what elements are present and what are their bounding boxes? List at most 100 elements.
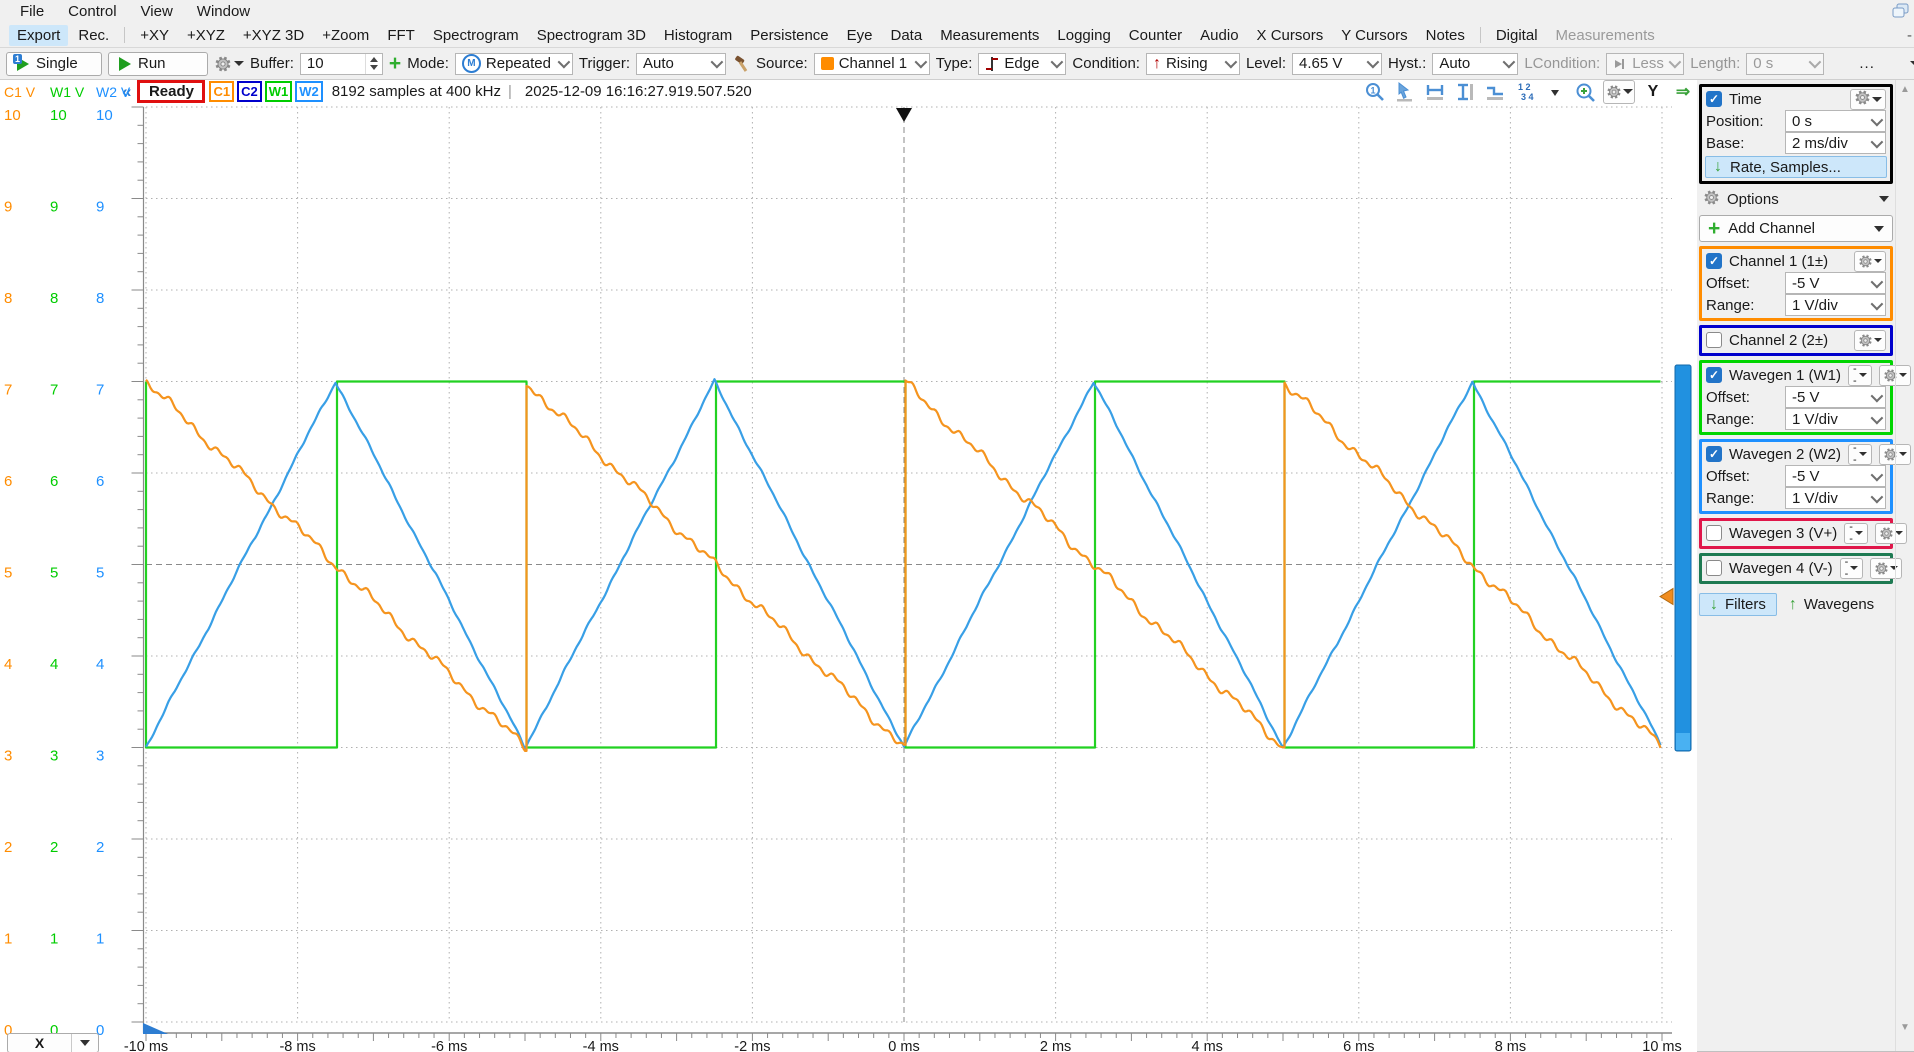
4-65-v-dropdown[interactable]: 4.65 V [1292,53,1382,75]
view-data[interactable]: Data [883,25,931,46]
view--zoom[interactable]: +Zoom [314,25,377,46]
badge-c2[interactable]: C2 [237,81,262,102]
hammer-icon[interactable] [732,55,750,73]
x-axis-dropdown[interactable] [71,1034,98,1052]
time-checkbox[interactable]: ✓ [1706,91,1722,107]
view-x-cursors[interactable]: X Cursors [1249,25,1332,46]
measure-width-icon[interactable] [1423,81,1447,103]
view-spectrogram[interactable]: Spectrogram [425,25,527,46]
range-dropdown[interactable]: 1 V/div [1785,294,1886,316]
x-axis-button[interactable]: X [7,1033,99,1052]
spin-up-icon[interactable] [370,57,378,62]
trigger-position-marker[interactable] [896,108,912,122]
wavegen-quick-button[interactable]: -- [1840,558,1864,579]
measure-height-icon[interactable] [1453,81,1477,103]
wavegen-quick-button[interactable]: -- [1844,523,1868,544]
y-tick-label: 4 [50,656,58,673]
pan-right-icon[interactable]: ⇒ [1671,81,1695,103]
y-tick-label: 7 [50,382,58,399]
badge-w1[interactable]: W1 [265,81,293,102]
spin-down-icon[interactable] [370,65,378,70]
y-axis-button[interactable]: Y [1641,81,1665,103]
view-y-cursors[interactable]: Y Cursors [1333,25,1415,46]
auto-dropdown[interactable]: Auto [636,53,726,75]
view-export[interactable]: Export [9,25,68,46]
base-dropdown[interactable]: 2 ms/div [1785,132,1886,154]
position-dropdown[interactable]: 0 s [1785,110,1886,132]
view--xyz[interactable]: +XYZ [179,25,233,46]
channel-checkbox[interactable] [1706,560,1722,576]
channel-title: Channel 1 (1±) [1729,253,1828,270]
caret-down-icon[interactable] [1543,81,1567,103]
wavegens-button[interactable]: ↑ Wavegens [1789,596,1874,614]
measure-level-icon[interactable] [1483,81,1507,103]
edge-dropdown[interactable]: Edge [978,53,1066,75]
channel-gear-button[interactable] [1854,251,1886,272]
badge-c1[interactable]: C1 [209,81,234,102]
toolbar-overflow[interactable]: ... [1859,55,1875,72]
view-digital[interactable]: Digital [1488,25,1546,46]
badge-w2[interactable]: W2 [295,81,323,102]
range-dropdown[interactable]: 1 V/div [1785,408,1886,430]
menu-window[interactable]: Window [187,2,260,21]
wavegen-quick-button[interactable]: -- [1848,365,1872,386]
offset-dropdown[interactable]: -5 V [1785,465,1886,487]
view-eye[interactable]: Eye [839,25,881,46]
view-rec-[interactable]: Rec. [70,25,117,46]
channel-checkbox[interactable]: ✓ [1706,367,1722,383]
view-histogram[interactable]: Histogram [656,25,740,46]
channel-checkbox[interactable] [1706,332,1722,348]
view-spectrogram-3d[interactable]: Spectrogram 3D [529,25,654,46]
menu-view[interactable]: View [131,2,183,21]
pointer-mode-icon[interactable] [1393,81,1417,103]
single-button[interactable]: 1Single [6,52,102,76]
view-persistence[interactable]: Persistence [742,25,836,46]
menu-control[interactable]: Control [58,2,126,21]
scope-plot[interactable]: -10 ms-8 ms-6 ms-4 ms-2 ms0 ms2 ms4 ms6 … [0,103,1697,1052]
view-logging[interactable]: Logging [1049,25,1118,46]
time-gear-button[interactable] [1850,89,1886,110]
range-dropdown[interactable]: 1 V/div [1785,487,1886,509]
wavegen-quick-button[interactable]: -- [1848,444,1872,465]
channel-gear-button[interactable] [1854,330,1886,351]
buffer-spinner[interactable]: 10 [300,53,383,75]
view-measurements: Measurements [1548,25,1663,46]
add-icon[interactable]: + [389,57,401,71]
scroll-down-icon[interactable]: ▼ [1900,1022,1910,1033]
plot-y-scrollbar[interactable] [1675,365,1691,751]
view-fft[interactable]: FFT [379,25,423,46]
filters-button[interactable]: ↓ Filters [1699,593,1777,616]
rate-samples-button[interactable]: ↓ Rate, Samples... [1705,156,1887,178]
arrow-up-icon: ↑ [1789,596,1797,614]
offset-dropdown[interactable]: -5 V [1785,272,1886,294]
view--xyz-3d[interactable]: +XYZ 3D [235,25,312,46]
plot-gear-button[interactable] [1603,80,1635,104]
view--xy[interactable]: +XY [132,25,177,46]
cursors-1234-icon[interactable]: 1 23 4 [1513,81,1537,103]
options-row[interactable]: Options [1699,187,1893,211]
zoom-one-icon[interactable]: 1 [1363,81,1387,103]
offset-dropdown[interactable]: -5 V [1785,386,1886,408]
view-counter[interactable]: Counter [1121,25,1190,46]
channel-checkbox[interactable] [1706,525,1722,541]
view-measurements[interactable]: Measurements [932,25,1047,46]
buffer-gear-button[interactable] [214,55,244,73]
menu-file[interactable]: File [10,2,54,21]
view-notes[interactable]: Notes [1418,25,1473,46]
view-audio[interactable]: Audio [1192,25,1246,46]
rising-dropdown[interactable]: ↑Rising [1146,53,1240,75]
caret-down-icon[interactable] [1910,61,1914,66]
sidebar-scrollbar[interactable]: ▲ ▼ [1895,80,1914,1051]
views-overflow-icon[interactable]: - [1907,27,1912,44]
channel-checkbox[interactable]: ✓ [1706,446,1722,462]
add-channel-button[interactable]: + Add Channel [1699,215,1893,242]
window-restore-icon[interactable] [1890,2,1910,20]
auto-dropdown[interactable]: Auto [1432,53,1518,75]
zoom-fit-icon[interactable] [1573,81,1597,103]
repeated-dropdown[interactable]: MRepeated [455,53,573,75]
channel-checkbox[interactable]: ✓ [1706,253,1722,269]
chevron-down-icon [1871,490,1884,503]
run-button[interactable]: Run [108,52,208,76]
scroll-up-icon[interactable]: ▲ [1900,84,1910,95]
channel-1-dropdown[interactable]: Channel 1 [814,53,930,75]
